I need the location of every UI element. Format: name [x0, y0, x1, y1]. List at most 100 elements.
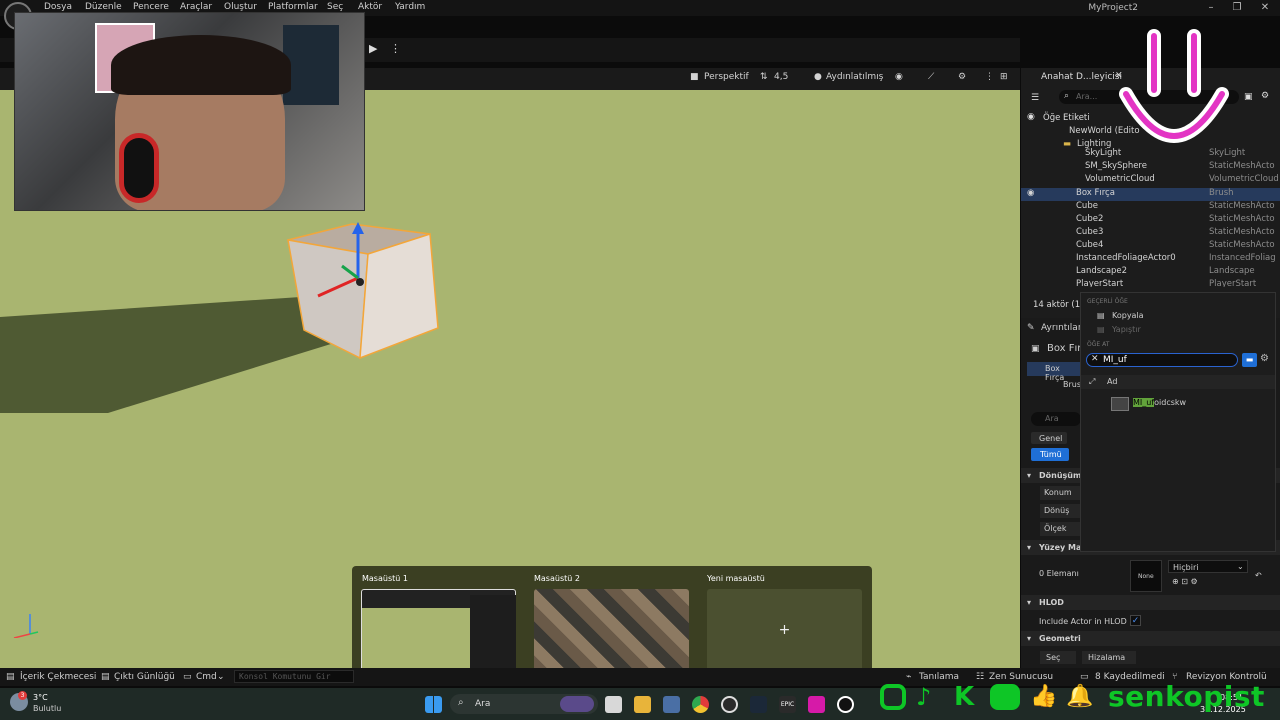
menu-window[interactable]: Pencere — [133, 2, 169, 12]
tree-row-type: StaticMeshActo — [1209, 161, 1275, 171]
viewport-settings-icon[interactable]: ⚙ — [958, 72, 966, 82]
material-select[interactable]: Hiçbiri ⌄ — [1168, 560, 1248, 573]
epic-games-icon[interactable]: EPIC — [779, 696, 796, 713]
show-flags-icon[interactable]: ◉ — [895, 72, 903, 82]
camera-speed-button[interactable]: 4,5 — [774, 72, 788, 82]
paste-button[interactable]: Yapıştır — [1112, 325, 1141, 334]
details-search[interactable]: Ara — [1031, 412, 1081, 426]
filter-all-button[interactable]: Tümü — [1031, 448, 1069, 461]
tree-row[interactable]: Cube2 StaticMeshActo — [1021, 214, 1280, 227]
hlod-section-label: HLOD — [1039, 598, 1064, 607]
lit-mode-button[interactable]: Aydınlatılmış — [826, 72, 883, 82]
github-icon[interactable] — [721, 696, 738, 713]
menu-actor[interactable]: Aktör — [358, 2, 382, 12]
cmd-button[interactable]: Cmd — [196, 672, 217, 682]
new-desktop-label: Yeni masaüstü — [707, 574, 765, 583]
copy-button[interactable]: Kopyala — [1112, 311, 1144, 320]
taskbar-search[interactable]: ⌕ Ara — [450, 694, 598, 714]
filter-general-button[interactable]: Genel — [1031, 432, 1067, 444]
geometry-section[interactable]: ▾ Geometri — [1021, 631, 1280, 646]
name-column-label: Ad — [1107, 377, 1118, 386]
outliner-tab[interactable]: Anahat D...leyicisi — [1041, 72, 1122, 82]
reset-icon[interactable]: ↶ — [1255, 571, 1262, 580]
geometry-select-button[interactable]: Seç — [1040, 651, 1076, 664]
scale-row[interactable]: Ölçek — [1040, 522, 1080, 536]
viewport-layout-icon[interactable]: ⊞ — [1000, 72, 1008, 82]
tree-row[interactable]: Cube4 StaticMeshActo — [1021, 240, 1280, 253]
add-folder-icon[interactable]: ▣ — [1244, 92, 1253, 102]
clear-search-icon[interactable]: ✕ — [1091, 354, 1099, 364]
menu-help[interactable]: Yardım — [395, 2, 425, 12]
viewport-more-icon[interactable]: ⋮ — [985, 72, 994, 82]
menu-file[interactable]: Dosya — [44, 2, 72, 12]
tree-row[interactable]: Cube3 StaticMeshActo — [1021, 227, 1280, 240]
details-actor-name[interactable]: Box Fır — [1047, 343, 1081, 354]
new-desktop-button[interactable]: + — [707, 589, 862, 672]
content-drawer-button[interactable]: İçerik Çekmecesi — [20, 672, 96, 682]
menu-platforms[interactable]: Platformlar — [268, 2, 318, 12]
unreal-engine-taskbar-icon[interactable] — [837, 696, 854, 713]
file-explorer-icon[interactable] — [634, 696, 651, 713]
play-options-icon[interactable]: ⋮ — [390, 42, 401, 55]
menu-tools[interactable]: Araçlar — [180, 2, 212, 12]
store-icon[interactable] — [663, 696, 680, 713]
component-child[interactable]: Brus — [1063, 380, 1081, 389]
visibility-icon[interactable]: ◉ — [1027, 188, 1034, 198]
tree-row-selected[interactable]: ◉ Box Fırça Brush — [1021, 188, 1280, 201]
close-icon[interactable]: ✕ — [1250, 0, 1280, 16]
filter-icon[interactable]: ☰ — [1031, 93, 1039, 103]
outliner-settings-icon[interactable]: ⚙ — [1261, 91, 1269, 101]
outliner-column-label[interactable]: Öğe Etiketi — [1043, 113, 1090, 123]
transform-mode-icon[interactable]: ⟋ — [928, 72, 934, 82]
selected-cube[interactable] — [280, 218, 450, 368]
tree-row[interactable]: InstancedFoliageActor0 InstancedFoliag — [1021, 253, 1280, 266]
menu-edit[interactable]: Düzenle — [85, 2, 122, 12]
location-row[interactable]: Konum — [1040, 486, 1080, 500]
material-select-value: Hiçbiri — [1173, 563, 1199, 572]
tree-row[interactable]: Cube StaticMeshActo — [1021, 201, 1280, 214]
desktop-2-preview[interactable] — [534, 589, 689, 672]
details-tab[interactable]: Ayrıntılar — [1041, 323, 1082, 333]
hlod-section[interactable]: ▾ HLOD — [1021, 595, 1280, 610]
parrot-poster — [283, 25, 339, 105]
steam-icon[interactable] — [750, 696, 767, 713]
play-icon[interactable]: ▶ — [369, 42, 383, 56]
maximize-icon[interactable]: ❐ — [1222, 0, 1252, 16]
desktop-1-preview[interactable] — [361, 589, 516, 672]
material-asset-thumbnail[interactable] — [1111, 397, 1129, 411]
menu-create[interactable]: Oluştur — [224, 2, 257, 12]
menu-select[interactable]: Seç — [327, 2, 343, 12]
material-thumbnail[interactable]: None — [1130, 560, 1162, 592]
console-placeholder: Konsol Komutunu Gir — [239, 672, 331, 681]
console-input[interactable]: Konsol Komutunu Gir — [234, 670, 354, 683]
include-hlod-checkbox[interactable]: ✓ — [1130, 615, 1141, 626]
geometry-align-button[interactable]: Hizalama — [1082, 651, 1136, 664]
tree-row-type: StaticMeshActo — [1209, 214, 1275, 224]
output-log-button[interactable]: Çıktı Günlüğü — [114, 672, 175, 682]
tree-row-type: VolumetricCloud — [1209, 174, 1279, 184]
name-column-header[interactable]: ⤢ Ad — [1081, 375, 1275, 389]
geometry-align-label: Hizalama — [1088, 653, 1126, 662]
rotation-row[interactable]: Dönüş — [1040, 504, 1080, 518]
tree-row[interactable]: SM_SkySphere StaticMeshActo — [1021, 161, 1280, 174]
visibility-icon[interactable]: ◉ — [1027, 112, 1035, 122]
windows-start-icon[interactable] — [425, 696, 442, 713]
tree-row[interactable]: VolumetricCloud VolumetricCloud — [1021, 174, 1280, 187]
cmd-dropdown-icon[interactable]: ⌄ — [217, 672, 225, 682]
browse-material-icon[interactable]: ⊕ ⊡ ⚙ — [1172, 577, 1198, 586]
pink-app-icon[interactable] — [808, 696, 825, 713]
smiley-overlay-icon — [1119, 29, 1229, 143]
task-view-icon[interactable] — [605, 696, 622, 713]
chrome-icon[interactable] — [692, 696, 709, 713]
perspective-button[interactable]: Perspektif — [704, 72, 749, 82]
location-label: Konum — [1044, 488, 1072, 497]
asset-search-input[interactable]: ✕ MI_uf — [1086, 353, 1238, 367]
elements-label: 0 Elemanı — [1039, 569, 1079, 578]
picker-settings-icon[interactable]: ⚙ — [1260, 353, 1269, 364]
browse-folder-icon[interactable]: ▬ — [1242, 353, 1257, 367]
tree-row[interactable]: Landscape2 Landscape — [1021, 266, 1280, 279]
tree-row[interactable]: PlayerStart PlayerStart — [1021, 279, 1280, 287]
component-root[interactable]: Box Fırça — [1027, 362, 1081, 382]
asset-result[interactable]: MI_ufoidcskw — [1133, 398, 1186, 407]
rotation-label: Dönüş — [1044, 506, 1070, 515]
